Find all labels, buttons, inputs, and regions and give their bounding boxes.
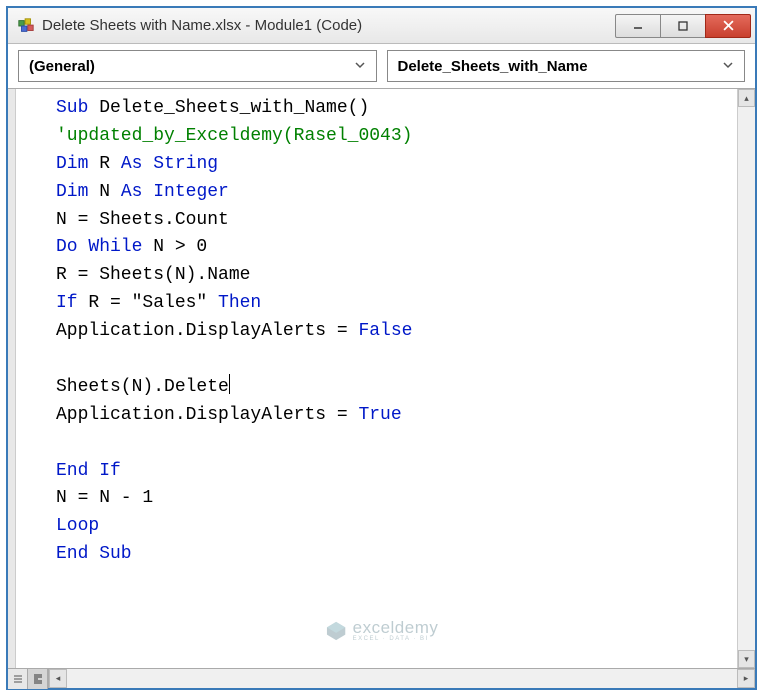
full-module-view-button[interactable] [28,669,48,689]
code-window: Delete Sheets with Name.xlsx - Module1 (… [6,6,757,690]
close-button[interactable] [705,14,751,38]
bottom-bar: ◂ ▸ [8,668,755,688]
procedure-view-button[interactable] [8,669,28,689]
scroll-track[interactable] [67,669,737,688]
maximize-button[interactable] [660,14,706,38]
chevron-down-icon [354,59,366,74]
scroll-track[interactable] [738,107,755,650]
minimize-button[interactable] [615,14,661,38]
chevron-down-icon [722,59,734,74]
scroll-down-arrow[interactable]: ▾ [738,650,755,668]
scroll-up-arrow[interactable]: ▴ [738,89,755,107]
code-gutter [8,89,16,668]
object-dropdown[interactable]: (General) [18,50,377,82]
procedure-dropdown-value: Delete_Sheets_with_Name [398,58,723,75]
view-buttons [8,669,49,688]
vertical-scrollbar[interactable]: ▴ ▾ [737,89,755,668]
scroll-right-arrow[interactable]: ▸ [737,669,755,688]
horizontal-scrollbar[interactable]: ◂ ▸ [49,669,755,688]
procedure-dropdown[interactable]: Delete_Sheets_with_Name [387,50,746,82]
window-controls [616,14,751,38]
window-title: Delete Sheets with Name.xlsx - Module1 (… [42,17,616,34]
app-icon [16,16,36,36]
dropdown-bar: (General) Delete_Sheets_with_Name [8,44,755,88]
code-editor[interactable]: Sub Delete_Sheets_with_Name() 'updated_b… [16,89,737,668]
object-dropdown-value: (General) [29,58,354,75]
titlebar[interactable]: Delete Sheets with Name.xlsx - Module1 (… [8,8,755,44]
code-container: Sub Delete_Sheets_with_Name() 'updated_b… [8,88,755,668]
scroll-left-arrow[interactable]: ◂ [49,669,67,688]
